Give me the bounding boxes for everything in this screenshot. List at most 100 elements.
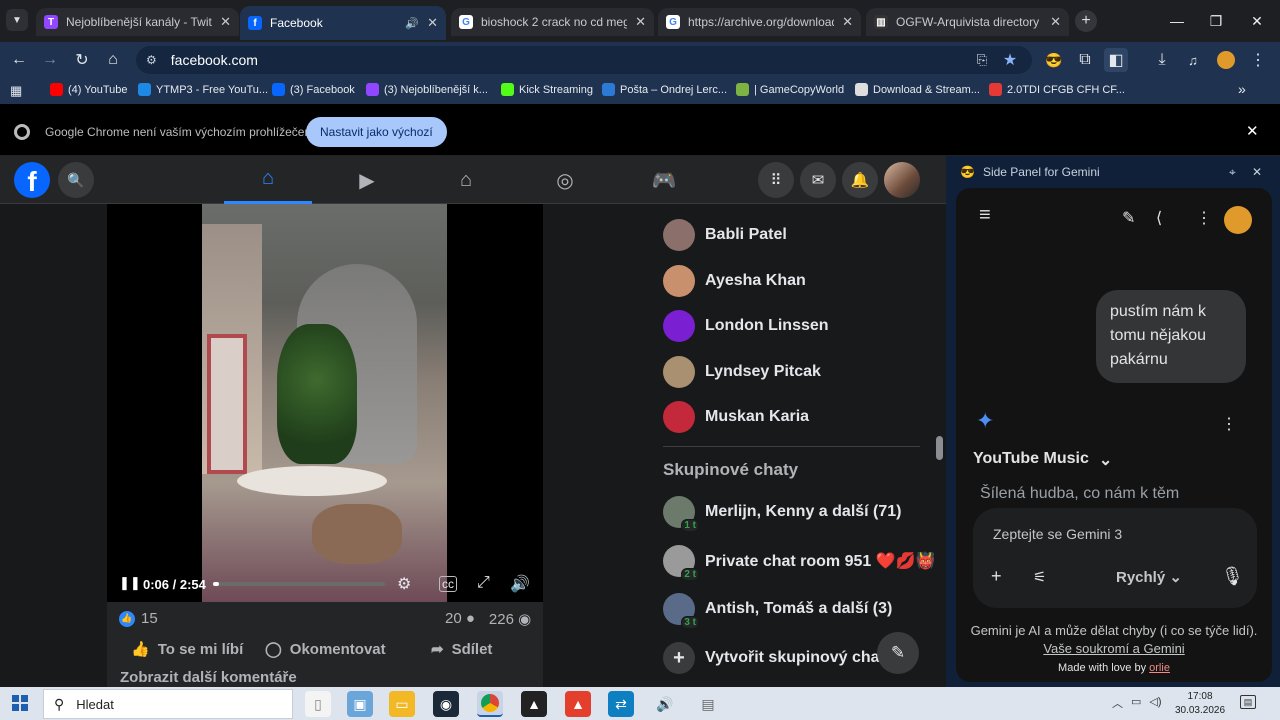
taskbar-search[interactable]: ⚲ Hledat [43, 689, 293, 719]
pause-button[interactable]: ❚❚ [119, 575, 141, 591]
group-chat-item[interactable]: 2 t Private chat room 951 ❤️💋👹 [663, 541, 936, 581]
tab-5[interactable]: ▥ OGFW-Arquivista directory listi ✕ [866, 8, 1069, 36]
bookmark-item[interactable]: Pošta – Ondrej Lerc... [602, 83, 727, 96]
kebab-icon[interactable]: ⋮ [1196, 208, 1212, 228]
video-progress-bar[interactable] [213, 582, 385, 586]
create-group-chat[interactable]: + Vytvořit skupinový chat [663, 638, 885, 678]
chrome-taskbar-icon[interactable] [477, 691, 503, 717]
microphone-icon[interactable]: 🎙 [1221, 566, 1244, 587]
page-scrollbar[interactable] [934, 204, 946, 687]
bookmark-item[interactable]: | GameCopyWorld [736, 83, 844, 96]
comment-button[interactable]: ◯ Okomentovat [265, 640, 386, 659]
messenger-button[interactable]: ✉ [800, 162, 836, 198]
app-misc-icon[interactable]: ▤ [695, 691, 721, 717]
forward-button[interactable]: → [38, 48, 62, 72]
tab-3[interactable]: Gbioshock 2 crack no cd megag ✕ [451, 8, 654, 36]
tab-1[interactable]: T Nejoblíbenější kanály - Twitch ✕ [36, 8, 239, 36]
close-panel-icon[interactable]: ✕ [1252, 165, 1262, 179]
group-chat-item[interactable]: 1 t Merlijn, Kenny a další (71) [663, 492, 902, 532]
file-explorer-icon[interactable]: ▭ [389, 691, 415, 717]
downloads-button[interactable]: ⤓ [1150, 48, 1174, 72]
tab-search-button[interactable]: ▼ [6, 9, 28, 31]
restore-button[interactable]: ❐ [1201, 8, 1231, 34]
contact-item[interactable]: Lyndsey Pitcak [663, 352, 821, 392]
prompt-box[interactable]: Zeptejte se Gemini 3 + ⚟ Rychlý ⌄ 🎙 [973, 508, 1257, 608]
menu-button[interactable]: ⋮ [1246, 48, 1270, 72]
fullscreen-icon[interactable]: ⤢ [477, 574, 490, 592]
comment-count-group[interactable]: 20 ● [445, 610, 475, 628]
tab-gaming[interactable]: 🎮 [620, 156, 708, 204]
bookmark-item[interactable]: (4) YouTube [50, 83, 128, 96]
reaction-summary[interactable]: 👍 15 [119, 610, 158, 627]
volume-icon[interactable]: 🔊 [510, 574, 530, 594]
audio-app-icon[interactable]: 🔊 [652, 691, 678, 717]
close-tab-icon[interactable]: ✕ [635, 14, 646, 30]
apps-button[interactable]: ▦ [10, 83, 22, 99]
notifications-button[interactable]: 🔔 [842, 162, 878, 198]
address-bar[interactable]: ⚙ facebook.com [136, 46, 1032, 74]
tab-marketplace[interactable]: ⌂ [422, 156, 510, 204]
new-chat-icon[interactable]: ✎ [1122, 208, 1135, 228]
close-tab-icon[interactable]: ✕ [842, 14, 853, 30]
contact-item[interactable]: Muskan Karia [663, 397, 809, 437]
media-control-button[interactable]: ♫ [1181, 48, 1205, 72]
minimize-button[interactable]: — [1162, 8, 1192, 34]
add-icon[interactable]: + [991, 566, 1002, 587]
captions-icon[interactable]: cc [439, 576, 457, 592]
steam-icon[interactable]: ◉ [433, 691, 459, 717]
author-link[interactable]: orlie [1149, 662, 1170, 674]
contact-item[interactable]: Babli Patel [663, 215, 787, 255]
tools-icon[interactable]: ⚟ [1033, 568, 1046, 586]
volume-icon[interactable]: ◁) [1149, 695, 1161, 711]
home-button[interactable]: ⌂ [101, 48, 125, 72]
search-button[interactable]: 🔍 [58, 162, 94, 198]
contact-item[interactable]: London Linssen [663, 306, 829, 346]
close-tab-icon[interactable]: ✕ [1050, 14, 1061, 30]
clock[interactable]: 17:08 30.03.2026 [1170, 690, 1230, 718]
prompt-input[interactable]: Zeptejte se Gemini 3 [993, 526, 1122, 542]
close-tab-icon[interactable]: ✕ [220, 14, 231, 30]
settings-icon[interactable]: ⚙ [397, 574, 411, 594]
bookmark-item[interactable]: YTMP3 - Free YouTu... [138, 83, 268, 96]
network-icon[interactable]: ▭ [1131, 695, 1141, 711]
extension-button[interactable]: 😎 [1042, 48, 1066, 72]
close-tab-icon[interactable]: ✕ [427, 15, 438, 31]
bookmark-item[interactable]: (3) Facebook [272, 83, 355, 96]
reload-button[interactable]: ↻ [70, 48, 94, 72]
menu-grid-button[interactable]: ⠿ [758, 162, 794, 198]
extensions-button[interactable]: ⧉ [1073, 48, 1097, 72]
side-panel-button[interactable]: ◧ [1104, 48, 1128, 72]
facebook-logo[interactable]: f [14, 162, 50, 198]
scrollbar-thumb[interactable] [936, 436, 943, 460]
tab-4[interactable]: Ghttps://archive.org/download/C ✕ [658, 8, 861, 36]
bookmark-item[interactable]: Download & Stream... [855, 83, 980, 96]
tray-chevron-icon[interactable]: ︿ [1112, 695, 1123, 711]
speaker-icon[interactable]: 🔊 [405, 17, 419, 30]
app-triangle-icon[interactable]: ▲ [521, 691, 547, 717]
notifications-icon[interactable]: ▤ [1240, 695, 1256, 709]
close-infobar-icon[interactable]: ✕ [1246, 122, 1259, 140]
site-info-icon[interactable]: ⚙ [146, 53, 157, 67]
back-button[interactable]: ← [7, 48, 31, 72]
youtube-music-tool[interactable]: YouTube Music ⌄ [973, 450, 1112, 470]
hamburger-icon[interactable]: ≡ [979, 204, 991, 227]
group-chat-item[interactable]: 3 t Antish, Tomáš a další (3) [663, 589, 892, 629]
profile-button[interactable] [1214, 48, 1238, 72]
video-player[interactable]: ❚❚ 0:06 / 2:54 ⚙ cc ⤢ 🔊 [107, 204, 543, 602]
privacy-link[interactable]: Vaše soukromí a Gemini [1043, 641, 1184, 656]
close-window-button[interactable]: ✕ [1242, 8, 1272, 34]
new-message-button[interactable]: ✎ [877, 632, 919, 674]
response-menu-icon[interactable]: ⋮ [1221, 414, 1237, 434]
app-red-icon[interactable]: ▲ [565, 691, 591, 717]
notepad-icon[interactable]: ▯ [305, 691, 331, 717]
new-tab-button[interactable]: + [1075, 10, 1097, 32]
more-comments-link[interactable]: Zobrazit další komentáře [120, 669, 297, 686]
photos-icon[interactable]: ▣ [347, 691, 373, 717]
set-default-button[interactable]: Nastavit jako výchozí [306, 117, 447, 147]
mode-selector[interactable]: Rychlý ⌄ [1116, 568, 1182, 586]
pin-icon[interactable]: ⌖ [1229, 165, 1236, 180]
like-button[interactable]: 👍 To se mi líbí [131, 640, 243, 659]
gemini-avatar[interactable] [1224, 206, 1252, 234]
tab-groups[interactable]: ◎ [521, 156, 609, 204]
share-button[interactable]: ➦ Sdílet [431, 640, 492, 659]
